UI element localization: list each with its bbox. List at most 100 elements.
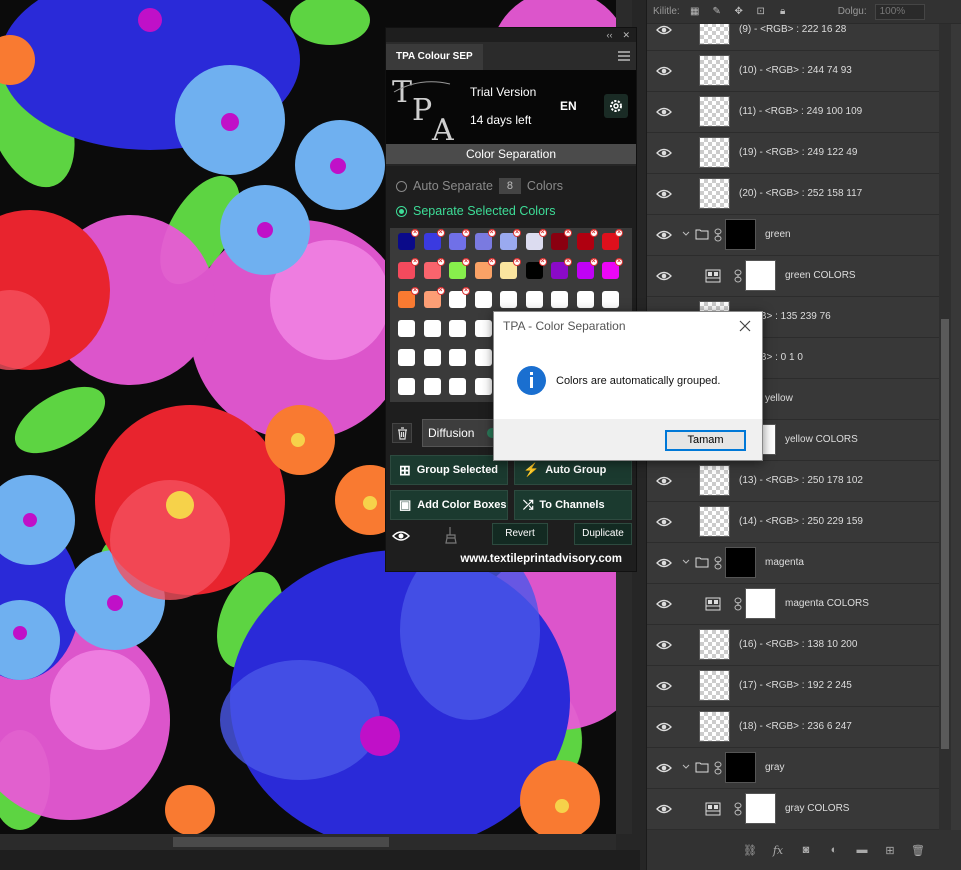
link-layers-icon[interactable]: ⛓ [742,842,758,858]
separate-selected-radio[interactable] [396,205,407,217]
remove-swatch-icon[interactable]: × [411,258,419,266]
separate-selected-option[interactable]: Separate Selected Colors [396,204,555,218]
adjustment-layer-icon[interactable]: ◐ [826,842,842,858]
collapse-icon[interactable]: ‹‹ [606,30,612,40]
visibility-eye-icon[interactable] [656,24,672,38]
adjustment-layer-row[interactable]: green COLORS [647,256,939,297]
scrollbar-thumb[interactable] [173,837,389,847]
color-swatch[interactable]: × [576,229,598,250]
color-swatch[interactable] [449,378,466,395]
duplicate-button[interactable]: Duplicate [574,523,632,545]
visibility-eye-icon[interactable] [656,514,672,530]
color-swatch[interactable]: × [398,287,419,308]
visibility-eye-icon[interactable] [656,801,672,817]
delete-layer-icon[interactable]: 🗑︎ [910,842,926,858]
color-swatch[interactable]: × [423,229,445,250]
color-swatch[interactable] [602,291,619,308]
color-swatch[interactable] [449,349,466,366]
color-swatch[interactable]: × [551,229,572,250]
remove-swatch-icon[interactable]: × [513,258,521,266]
color-swatch[interactable] [474,349,492,366]
panel-menu-icon[interactable] [618,51,630,61]
layer-row[interactable]: (19) - <RGB> : 249 122 49 [647,133,939,174]
remove-swatch-icon[interactable]: × [487,229,496,237]
remove-swatch-icon[interactable]: × [436,229,445,237]
layer-row[interactable]: (11) - <RGB> : 249 100 109 [647,92,939,133]
layer-row[interactable]: (16) - <RGB> : 138 10 200 [647,625,939,666]
color-swatch[interactable]: × [551,258,572,279]
lock-paint-icon[interactable]: ✎ [710,5,724,19]
color-swatch[interactable] [474,320,492,337]
layer-row[interactable]: (20) - <RGB> : 252 158 117 [647,174,939,215]
color-swatch[interactable]: × [576,258,598,279]
color-swatch[interactable] [423,320,441,337]
chevron-down-icon[interactable] [681,557,691,567]
remove-swatch-icon[interactable]: × [564,229,572,237]
settings-button[interactable] [604,94,628,118]
lock-all-icon[interactable]: 🔒︎ [776,5,790,19]
lock-position-icon[interactable]: ✥ [732,5,746,19]
visibility-eye-icon[interactable] [656,555,672,571]
visibility-eye-icon[interactable] [656,145,672,161]
color-swatch[interactable]: × [525,229,547,250]
color-swatch[interactable] [474,291,492,308]
color-swatch[interactable]: × [500,258,521,279]
add-color-boxes-button[interactable]: ▣ Add Color Boxes [390,490,508,520]
visibility-eye-icon[interactable] [656,268,672,284]
color-swatch[interactable] [398,378,415,395]
new-layer-icon[interactable]: ⊞ [882,842,898,858]
visibility-eye-icon[interactable] [656,637,672,653]
chevron-down-icon[interactable] [681,762,691,772]
color-swatch[interactable]: × [602,258,623,279]
fx-icon[interactable]: fx [770,842,786,858]
tab-tpa-colour-sep[interactable]: TPA Colour SEP [386,44,483,70]
revert-button[interactable]: Revert [492,523,548,545]
new-group-icon[interactable]: ▬ [854,842,870,858]
remove-swatch-icon[interactable]: × [513,229,521,237]
color-swatch[interactable]: × [398,229,419,250]
close-icon[interactable] [738,319,752,333]
scrollbar-thumb[interactable] [941,319,949,749]
color-swatch[interactable]: × [602,229,623,250]
visibility-eye-icon[interactable] [656,186,672,202]
adjustment-layer-row[interactable]: magenta COLORS [647,584,939,625]
clear-swatches-button[interactable] [392,423,412,443]
layer-row[interactable]: (13) - <RGB> : 250 178 102 [647,461,939,502]
visibility-eye-icon[interactable] [656,596,672,612]
lock-transparent-icon[interactable]: ▦ [688,5,702,19]
color-swatch[interactable] [398,349,415,366]
adjustment-layer-row[interactable]: gray COLORS [647,789,939,830]
ok-button[interactable]: Tamam [665,430,746,451]
remove-swatch-icon[interactable]: × [462,258,470,266]
auto-separate-option[interactable]: Auto Separate 8 Colors [396,178,563,194]
remove-swatch-icon[interactable]: × [411,229,419,237]
layer-group-row[interactable]: magenta [647,543,939,584]
chevron-down-icon[interactable] [681,229,691,239]
layer-group-row[interactable]: green [647,215,939,256]
remove-swatch-icon[interactable]: × [487,258,496,266]
to-channels-button[interactable]: ⤮ To Channels [514,490,632,520]
color-swatch[interactable] [423,378,441,395]
remove-swatch-icon[interactable]: × [462,229,470,237]
color-swatch[interactable] [398,320,415,337]
color-swatch[interactable] [423,349,441,366]
lock-artboard-icon[interactable]: ⊡ [754,5,768,19]
layer-row[interactable]: (18) - <RGB> : 236 6 247 [647,707,939,748]
remove-swatch-icon[interactable]: × [436,287,445,295]
remove-swatch-icon[interactable]: × [615,229,623,237]
color-swatch[interactable]: × [449,258,470,279]
auto-separate-radio[interactable] [396,180,407,192]
layer-group-row[interactable]: gray [647,748,939,789]
group-selected-button[interactable]: ⊞ Group Selected [390,455,508,485]
remove-swatch-icon[interactable]: × [589,258,598,266]
layer-row[interactable]: (9) - <RGB> : 222 16 28 [647,24,939,51]
remove-swatch-icon[interactable]: × [538,229,547,237]
color-swatch[interactable]: × [474,229,496,250]
remove-swatch-icon[interactable]: × [462,287,470,295]
visibility-eye-icon[interactable] [656,227,672,243]
visibility-eye-icon[interactable] [656,760,672,776]
add-mask-icon[interactable]: ◙ [798,842,814,858]
canvas-horizontal-scrollbar[interactable] [0,834,616,850]
layer-row[interactable]: (17) - <RGB> : 192 2 245 [647,666,939,707]
language-selector[interactable]: EN [560,99,577,113]
